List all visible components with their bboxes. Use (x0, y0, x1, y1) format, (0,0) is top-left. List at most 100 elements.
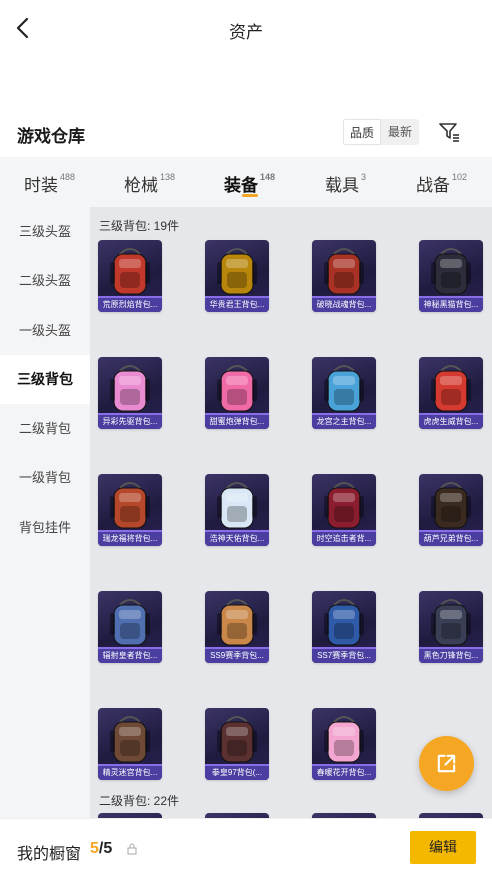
tab-vehicles[interactable]: 载具 3 (325, 157, 366, 207)
item-card[interactable]: 春暖花开背包... (312, 708, 376, 780)
showcase-bar: 我的橱窗 5/5 编辑 (0, 818, 492, 876)
backpack-icon (110, 599, 150, 646)
backpack-icon (324, 365, 364, 412)
tab-label: 枪械 (124, 176, 158, 195)
backpack-icon (217, 482, 257, 529)
showcase-total: /5 (98, 840, 113, 857)
tab-fashion[interactable]: 时装 488 (24, 157, 75, 207)
sidebar-item-lv1-helmet[interactable]: 一级头盔 (0, 306, 90, 355)
backpack-icon (431, 248, 471, 295)
item-card[interactable]: 时空追击者背... (312, 474, 376, 546)
tab-count: 138 (160, 172, 176, 182)
item-name: 辐射皇者背包... (98, 649, 162, 663)
tab-label: 装备 (224, 176, 258, 195)
item-card[interactable]: 华贵君王背包... (205, 240, 269, 312)
tab-label: 载具 (325, 176, 359, 195)
item-card[interactable]: 葫芦兄弟背包... (419, 474, 483, 546)
top-nav-bar: 资产 (0, 0, 492, 58)
item-name: 葫芦兄弟背包... (419, 532, 483, 546)
showcase-count: 5/5 (90, 840, 112, 858)
tab-count: 488 (60, 172, 76, 182)
section-title: 二级背包: 22件 (99, 794, 180, 808)
backpack-icon (110, 482, 150, 529)
backpack-icon (110, 248, 150, 295)
backpack-icon (324, 248, 364, 295)
item-card[interactable]: 神秘黑猫背包... (419, 240, 483, 312)
backpack-icon (431, 599, 471, 646)
share-icon (437, 754, 456, 773)
item-card[interactable]: 黑色刀锋背包... (419, 591, 483, 663)
sidebar-item-lv1-backpack[interactable]: 一级背包 (0, 453, 90, 502)
backpack-icon (110, 716, 150, 763)
item-card[interactable]: 荒原烈焰背包... (98, 240, 162, 312)
backpack-icon (324, 716, 364, 763)
item-name: 春暖花开背包... (312, 766, 376, 780)
tab-count: 148 (260, 172, 276, 182)
sort-newest-button[interactable]: 最新 (381, 119, 419, 145)
item-card[interactable]: SS7赛季背包... (312, 591, 376, 663)
item-name: SS7赛季背包... (312, 649, 376, 663)
item-card[interactable]: 辐射皇者背包... (98, 591, 162, 663)
item-name: 精灵迷宫背包... (98, 766, 162, 780)
item-card[interactable]: 异彩先驱背包... (98, 357, 162, 429)
item-card[interactable]: 浩神天佑背包... (205, 474, 269, 546)
sidebar-item-backpack-pendant[interactable]: 背包挂件 (0, 503, 90, 552)
sidebar-item-lv3-helmet[interactable]: 三级头盔 (0, 207, 90, 256)
item-card[interactable]: SS9赛季背包... (205, 591, 269, 663)
item-name: 龙宫之主背包... (312, 415, 376, 429)
item-name: SS9赛季背包... (205, 649, 269, 663)
active-tab-indicator (242, 194, 258, 197)
tab-label: 时装 (24, 176, 58, 195)
share-button[interactable] (419, 736, 474, 791)
showcase-current: 5 (90, 840, 99, 857)
showcase-label: 我的橱窗 (17, 846, 82, 863)
item-name: 华贵君王背包... (205, 298, 269, 312)
item-name: 荒原烈焰背包... (98, 298, 162, 312)
item-name: 虎虎生威背包... (419, 415, 483, 429)
sort-quality-button[interactable]: 品质 (343, 119, 381, 145)
item-name: 破晓战魂背包... (312, 298, 376, 312)
page-title: 资产 (229, 23, 263, 42)
backpack-icon (431, 365, 471, 412)
tab-count: 102 (452, 172, 468, 182)
filter-icon[interactable] (437, 120, 461, 144)
sidebar-item-lv2-helmet[interactable]: 二级头盔 (0, 256, 90, 305)
category-tabs: 时装 488 枪械 138 装备 148 载具 3 战备 102 (0, 157, 492, 207)
tab-count: 3 (361, 172, 367, 182)
item-card[interactable]: 瑞龙福将背包... (98, 474, 162, 546)
section-title: 三级背包: 19件 (99, 219, 180, 233)
sort-toggle: 品质 最新 (343, 119, 419, 145)
item-card[interactable]: 龙宫之主背包... (312, 357, 376, 429)
item-card[interactable]: 破晓战魂背包... (312, 240, 376, 312)
item-name: 拳皇97背包(... (205, 766, 269, 780)
backpack-icon (217, 365, 257, 412)
item-name: 神秘黑猫背包... (419, 298, 483, 312)
backpack-icon (110, 365, 150, 412)
backpack-icon (324, 482, 364, 529)
item-name: 浩神天佑背包... (205, 532, 269, 546)
edit-button[interactable]: 编辑 (410, 831, 476, 864)
warehouse-title: 游戏仓库 (17, 127, 85, 146)
backpack-icon (217, 716, 257, 763)
item-card[interactable]: 拳皇97背包(... (205, 708, 269, 780)
tab-supplies[interactable]: 战备 102 (416, 157, 467, 207)
backpack-icon (217, 599, 257, 646)
item-name: 甜蜜炮弹背包... (205, 415, 269, 429)
backpack-icon (431, 482, 471, 529)
item-name: 时空追击者背... (312, 532, 376, 546)
tab-firearms[interactable]: 枪械 138 (124, 157, 175, 207)
item-name: 黑色刀锋背包... (419, 649, 483, 663)
item-name: 瑞龙福将背包... (98, 532, 162, 546)
lock-icon (127, 843, 137, 855)
item-card[interactable]: 虎虎生威背包... (419, 357, 483, 429)
sidebar: 三级头盔 二级头盔 一级头盔 三级背包 二级背包 一级背包 背包挂件 (0, 207, 90, 818)
backpack-icon (324, 599, 364, 646)
sidebar-item-lv3-backpack[interactable]: 三级背包 (0, 354, 90, 405)
tab-label: 战备 (416, 176, 450, 195)
item-grid: 三级背包: 19件 荒原烈焰背包... 华贵君王背包... 破晓战魂背包... 神秘黑… (90, 207, 492, 818)
item-card[interactable]: 甜蜜炮弹背包... (205, 357, 269, 429)
tab-equipment[interactable]: 装备 148 (224, 157, 275, 207)
item-card[interactable]: 精灵迷宫背包... (98, 708, 162, 780)
backpack-icon (217, 248, 257, 295)
sidebar-item-lv2-backpack[interactable]: 二级背包 (0, 404, 90, 453)
